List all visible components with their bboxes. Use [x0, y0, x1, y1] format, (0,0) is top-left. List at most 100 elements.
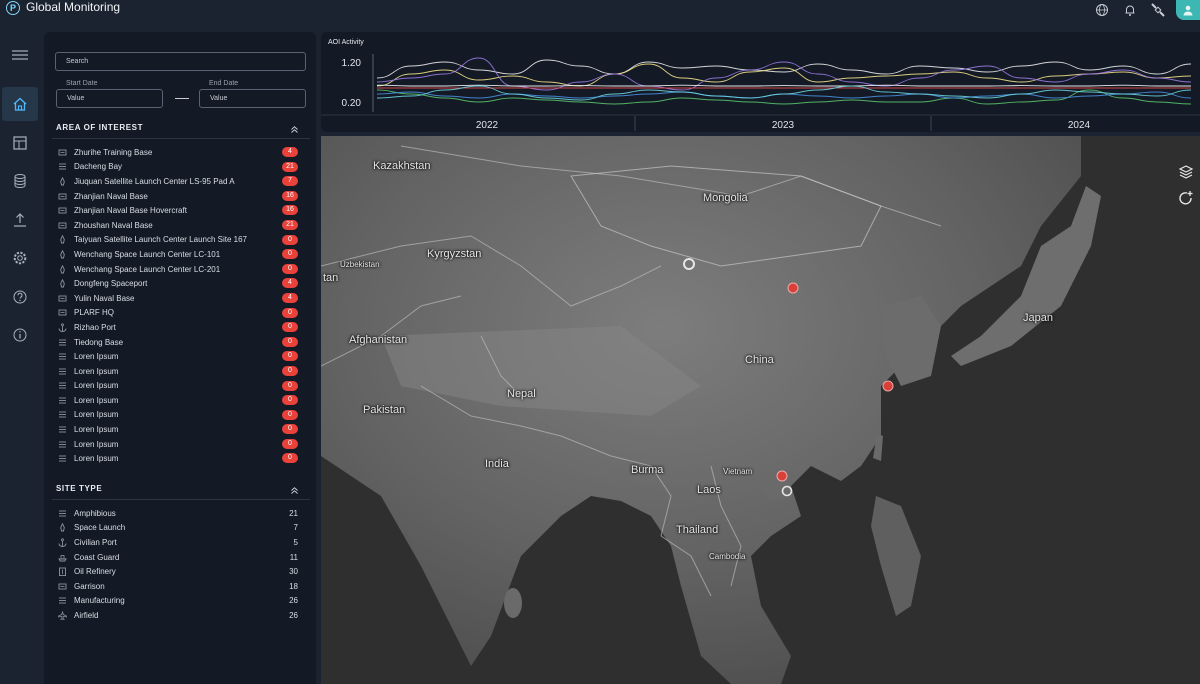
coast-icon [58, 410, 67, 419]
count-value: 5 [293, 537, 298, 547]
anchor-icon [58, 538, 67, 547]
launch-icon [58, 176, 67, 186]
bell-icon[interactable] [1120, 2, 1140, 18]
map-marker[interactable] [776, 470, 788, 482]
count-value: 18 [289, 581, 298, 591]
aoi-section-title: AREA OF INTEREST [56, 123, 144, 132]
count-badge: 0 [282, 409, 298, 420]
site-type-list-item[interactable]: Oil Refinery 30 [58, 564, 298, 579]
home-icon[interactable] [2, 87, 38, 121]
coast-icon [58, 425, 67, 434]
plane-icon [58, 611, 67, 620]
aoi-list-item[interactable]: Loren Ipsum 0 [58, 422, 298, 437]
list-item-label: Manufacturing [74, 596, 125, 606]
aoi-list-item[interactable]: Rizhao Port 0 [58, 320, 298, 335]
aoi-list-item[interactable]: Loren Ipsum 0 [58, 393, 298, 408]
aoi-list-item[interactable]: Jiuquan Satellite Launch Center LS-95 Pa… [58, 174, 298, 189]
coast-icon [58, 338, 67, 347]
start-date-field[interactable]: Value [56, 89, 163, 108]
map-label: Cambodia [709, 552, 746, 561]
map-view[interactable]: Kazakhstan Mongolia Uzbekistan Kyrgyzsta… [321, 136, 1200, 684]
info-icon[interactable] [2, 318, 38, 352]
aoi-list-item[interactable]: Zhurihe Training Base 4 [58, 145, 298, 160]
map-label: tan [323, 272, 339, 284]
site-type-list-item[interactable]: Civilian Port 5 [58, 535, 298, 550]
start-date-label: Start Date [66, 80, 98, 87]
left-nav [0, 32, 40, 684]
aoi-list-item[interactable]: Loren Ipsum 0 [58, 408, 298, 423]
map-label: Afghanistan [349, 334, 408, 346]
site-type-list-item[interactable]: Garrison 18 [58, 579, 298, 594]
count-badge: 7 [282, 176, 298, 187]
site-type-list: Amphibious 21 Space Launch 7 Civilian Port 5 C… [58, 506, 298, 623]
list-item-label: Wenchang Space Launch Center LC-101 [74, 249, 221, 259]
site-type-list-item[interactable]: Airfield 26 [58, 608, 298, 623]
count-badge: 16 [282, 205, 298, 216]
list-item-label: Loren Ipsum [74, 425, 119, 435]
aoi-list-item[interactable]: Wenchang Space Launch Center LC-201 0 [58, 262, 298, 277]
count-badge: 21 [282, 219, 298, 230]
chevron-up-icon[interactable] [288, 123, 300, 135]
aoi-list-item[interactable]: Loren Ipsum 0 [58, 364, 298, 379]
chevron-up-icon[interactable] [288, 484, 300, 496]
aoi-list-item[interactable]: Taiyuan Satellite Launch Center Launch S… [58, 233, 298, 248]
list-item-label: Zhurihe Training Base [74, 147, 153, 157]
divider [52, 499, 310, 500]
series-line [376, 91, 1192, 99]
site-type-list-item[interactable]: Amphibious 21 [58, 506, 298, 521]
count-value: 7 [293, 523, 298, 533]
add-location-icon[interactable] [1176, 188, 1196, 208]
user-avatar[interactable] [1176, 0, 1200, 20]
globe-icon[interactable] [1092, 2, 1112, 18]
site-type-list-item[interactable]: Manufacturing 26 [58, 594, 298, 609]
layers-icon[interactable] [1176, 162, 1196, 182]
coast-icon [58, 162, 67, 171]
count-badge: 0 [282, 395, 298, 406]
garrison-icon [58, 308, 67, 317]
search-input[interactable]: Search [55, 52, 306, 71]
database-icon[interactable] [2, 164, 38, 198]
end-date-field[interactable]: Value [199, 89, 306, 108]
site-type-section-title: SITE TYPE [56, 484, 103, 493]
list-item-label: Tiedong Base [74, 337, 124, 347]
aoi-list-item[interactable]: PLARF HQ 0 [58, 306, 298, 321]
launch-icon [58, 235, 67, 244]
map-marker[interactable] [787, 282, 799, 294]
list-item-label: Wenchang Space Launch Center LC-201 [74, 264, 221, 274]
list-item-label: Taiyuan Satellite Launch Center Launch S… [74, 235, 248, 245]
count-badge: 16 [282, 190, 298, 201]
aoi-list: Zhurihe Training Base 4 Dacheng Bay 21 Jiuqu… [58, 145, 298, 466]
aoi-list-item[interactable]: Loren Ipsum 0 [58, 451, 298, 466]
list-item-label: Yulin Naval Base [74, 293, 135, 303]
site-type-list-item[interactable]: Space Launch 7 [58, 521, 298, 536]
aoi-list-item[interactable]: Tiedong Base 0 [58, 335, 298, 350]
aoi-list-item[interactable]: Wenchang Space Launch Center LC-101 0 [58, 247, 298, 262]
aoi-list-item[interactable]: Zhoushan Naval Base 21 [58, 218, 298, 233]
upload-icon[interactable] [2, 203, 38, 237]
launch-icon [58, 264, 67, 274]
menu-icon[interactable] [2, 38, 38, 72]
aoi-list-item[interactable]: Loren Ipsum 0 [58, 437, 298, 452]
aoi-list-item[interactable]: Dongfeng Spaceport 4 [58, 276, 298, 291]
count-value: 11 [289, 552, 298, 562]
map-marker[interactable] [882, 380, 894, 392]
boat-icon [58, 553, 67, 562]
site-type-list-item[interactable]: Coast Guard 11 [58, 550, 298, 565]
aoi-list-item[interactable]: Zhanjian Naval Base 16 [58, 189, 298, 204]
aoi-list-item[interactable]: Dacheng Bay 21 [58, 160, 298, 175]
settings-icon[interactable] [2, 241, 38, 275]
series-line [376, 63, 1192, 87]
list-item-label: Loren Ipsum [74, 366, 119, 376]
aoi-section-header[interactable]: AREA OF INTEREST [56, 123, 306, 139]
count-badge: 4 [282, 278, 298, 289]
aoi-list-item[interactable]: Loren Ipsum 0 [58, 379, 298, 394]
site-type-section-header[interactable]: SITE TYPE [56, 484, 306, 500]
aoi-list-item[interactable]: Yulin Naval Base 4 [58, 291, 298, 306]
map-label: Kazakhstan [373, 160, 431, 172]
layout-icon[interactable] [2, 126, 38, 160]
app-title: Global Monitoring [26, 0, 121, 14]
aoi-list-item[interactable]: Zhanjian Naval Base Hovercraft 16 [58, 203, 298, 218]
aoi-list-item[interactable]: Loren Ipsum 0 [58, 349, 298, 364]
satellite-icon[interactable] [1148, 2, 1168, 18]
help-icon[interactable] [2, 280, 38, 314]
